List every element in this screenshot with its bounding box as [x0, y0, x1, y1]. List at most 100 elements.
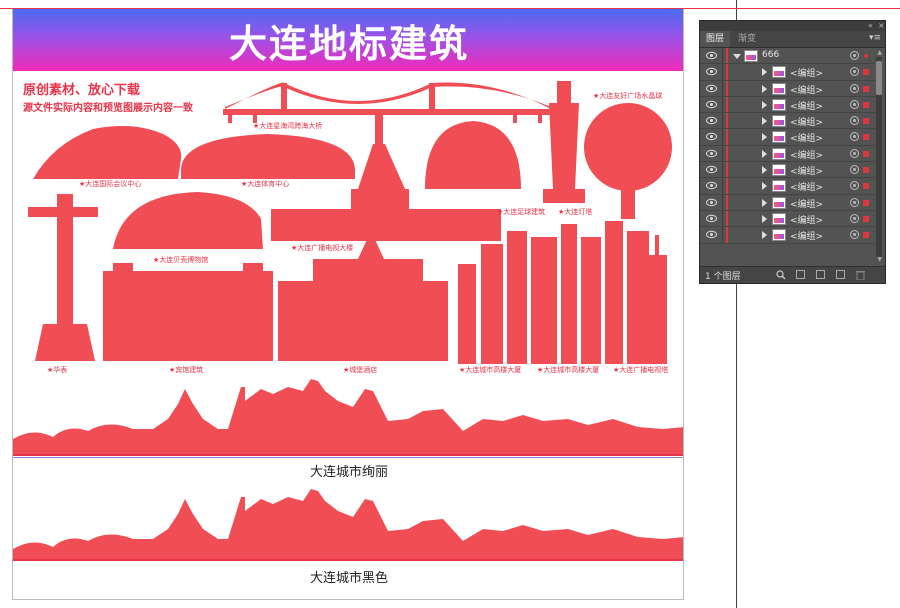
lock-column[interactable]	[722, 129, 723, 145]
visibility-eye-icon[interactable]	[706, 100, 717, 109]
expand-arrow-icon[interactable]	[762, 231, 767, 240]
target-circle-icon[interactable]	[850, 132, 859, 142]
sublayer-row[interactable]: <编组>	[700, 227, 875, 244]
tab-layers[interactable]: 图层	[700, 31, 731, 47]
tab-gradient[interactable]: 渐变	[732, 31, 762, 47]
scrollbar[interactable]	[876, 57, 882, 257]
sublayer-row[interactable]: <编组>	[700, 129, 875, 146]
selection-indicator[interactable]	[864, 54, 868, 58]
sublayer-name[interactable]: <编组>	[790, 164, 823, 177]
selection-square[interactable]	[863, 69, 869, 76]
selection-square[interactable]	[863, 85, 869, 92]
selection-square[interactable]	[863, 118, 869, 125]
lock-column[interactable]	[722, 227, 723, 243]
selection-square[interactable]	[863, 215, 869, 222]
scroll-thumb[interactable]	[876, 61, 882, 95]
layers-panel[interactable]: « × 图层 渐变 ▾≡ 666 <编组> <编组> <编组> <编组> <编组…	[699, 20, 886, 284]
target-circle-icon[interactable]	[850, 230, 859, 240]
visibility-eye-icon[interactable]	[706, 51, 717, 60]
sublayer-row[interactable]: <编组>	[700, 210, 875, 228]
sublayer-row[interactable]: <编组>	[700, 162, 875, 179]
expand-arrow-icon[interactable]	[762, 84, 767, 93]
target-circle-icon[interactable]	[850, 67, 859, 77]
target-circle-icon[interactable]	[850, 181, 859, 191]
sublayer-row[interactable]: <编组>	[700, 64, 875, 81]
selection-square[interactable]	[863, 150, 869, 157]
expand-arrow-icon[interactable]	[762, 198, 767, 207]
layer-name[interactable]: 666	[762, 50, 779, 60]
visibility-eye-icon[interactable]	[706, 214, 717, 223]
sublayer-row[interactable]: <编组>	[700, 178, 875, 195]
locate-object-icon[interactable]	[776, 270, 786, 280]
expand-arrow-icon[interactable]	[762, 182, 767, 191]
make-clipping-mask-icon[interactable]	[796, 270, 805, 279]
expand-arrow-icon[interactable]	[762, 214, 767, 223]
scroll-down-icon[interactable]: ▼	[877, 256, 882, 263]
lock-column[interactable]	[722, 96, 723, 113]
selection-square[interactable]	[863, 232, 869, 239]
target-circle-icon[interactable]	[850, 116, 859, 126]
visibility-eye-icon[interactable]	[706, 181, 717, 190]
sublayer-name[interactable]: <编组>	[790, 83, 823, 96]
lock-column[interactable]	[722, 178, 723, 194]
sublayer-name[interactable]: <编组>	[790, 213, 823, 226]
artboard[interactable]: 大连地标建筑 原创素材、放心下载 源文件实际内容和预览图展示内容一致 ★大连星海…	[12, 8, 684, 600]
panel-titlebar[interactable]: « ×	[700, 21, 885, 31]
lock-column[interactable]	[722, 194, 723, 210]
selection-square[interactable]	[863, 167, 869, 174]
sublayer-name[interactable]: <编组>	[790, 66, 823, 79]
visibility-eye-icon[interactable]	[706, 149, 717, 158]
expand-arrow-icon[interactable]	[762, 117, 767, 126]
selection-square[interactable]	[863, 183, 869, 190]
lock-column[interactable]	[722, 210, 723, 227]
lock-column[interactable]	[722, 145, 723, 162]
sublayer-name[interactable]: <编组>	[790, 131, 823, 144]
layer-row-666[interactable]: 666	[700, 48, 875, 65]
selection-square[interactable]	[863, 134, 869, 141]
visibility-eye-icon[interactable]	[706, 84, 717, 93]
visibility-eye-icon[interactable]	[706, 67, 717, 76]
target-circle-icon[interactable]	[850, 83, 859, 93]
sublayer-row[interactable]: <编组>	[700, 194, 875, 211]
lock-column[interactable]	[722, 48, 723, 64]
scroll-up-icon[interactable]: ▲	[877, 49, 882, 56]
expand-arrow-icon[interactable]	[762, 133, 767, 142]
sublayer-row[interactable]: <编组>	[700, 80, 875, 97]
trash-icon[interactable]	[856, 270, 865, 280]
collapse-icon[interactable]: «	[868, 21, 873, 31]
visibility-eye-icon[interactable]	[706, 132, 717, 141]
selection-square[interactable]	[863, 101, 869, 108]
target-circle-icon[interactable]	[850, 51, 859, 60]
target-circle-icon[interactable]	[850, 99, 859, 109]
visibility-eye-icon[interactable]	[706, 230, 717, 239]
expand-arrow-icon[interactable]	[762, 166, 767, 175]
panel-menu-icon[interactable]: ▾≡	[869, 33, 881, 43]
new-layer-icon[interactable]	[836, 270, 845, 279]
expand-arrow-icon[interactable]	[762, 149, 767, 158]
visibility-eye-icon[interactable]	[706, 198, 717, 207]
expand-arrow-icon[interactable]	[762, 100, 767, 109]
sublayer-row[interactable]: <编组>	[700, 113, 875, 130]
sublayer-name[interactable]: <编组>	[790, 148, 823, 161]
expand-arrow-icon[interactable]	[762, 68, 767, 77]
visibility-eye-icon[interactable]	[706, 116, 717, 125]
create-sublayer-icon[interactable]	[816, 270, 825, 279]
target-circle-icon[interactable]	[850, 197, 859, 207]
sublayer-name[interactable]: <编组>	[790, 229, 823, 242]
target-circle-icon[interactable]	[850, 148, 859, 158]
sublayer-name[interactable]: <编组>	[790, 115, 823, 128]
selection-square[interactable]	[863, 199, 869, 206]
lock-column[interactable]	[722, 80, 723, 96]
lock-column[interactable]	[722, 162, 723, 178]
sublayer-row[interactable]: <编组>	[700, 96, 875, 114]
lock-column[interactable]	[722, 64, 723, 80]
close-icon[interactable]: ×	[878, 21, 885, 31]
expand-arrow-icon[interactable]	[733, 54, 741, 59]
target-circle-icon[interactable]	[850, 213, 859, 223]
sublayer-name[interactable]: <编组>	[790, 180, 823, 193]
sublayer-name[interactable]: <编组>	[790, 197, 823, 210]
sublayer-name[interactable]: <编组>	[790, 99, 823, 112]
target-circle-icon[interactable]	[850, 165, 859, 175]
lock-column[interactable]	[722, 113, 723, 129]
sublayer-row[interactable]: <编组>	[700, 145, 875, 163]
